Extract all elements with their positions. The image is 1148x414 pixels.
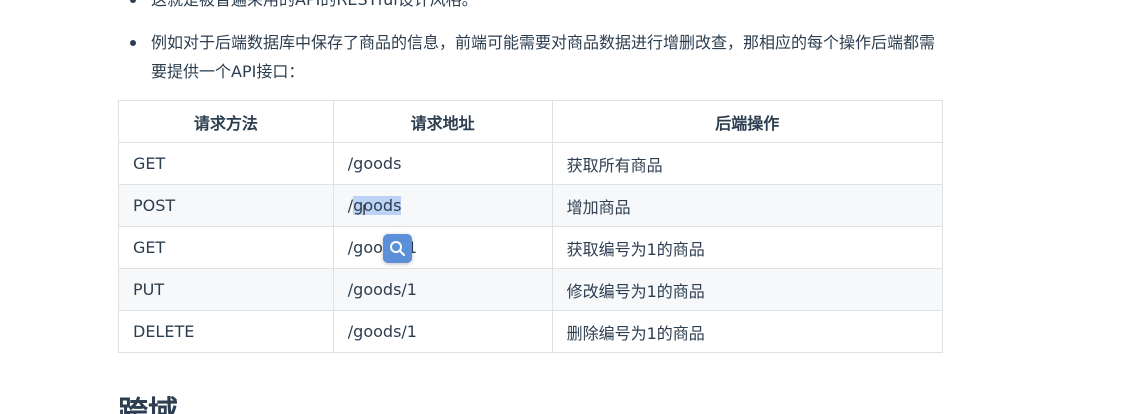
table-row: PUT /goods/1 修改编号为1的商品: [118, 268, 944, 311]
bullet-dot: [130, 40, 136, 46]
table-cell-method: POST: [118, 184, 334, 227]
bullet-item: 例如对于后端数据库中保存了商品的信息，前端可能需要对商品数据进行增删改查，那相应…: [130, 28, 950, 86]
table-header-operation: 后端操作: [551, 100, 944, 143]
table-cell-method: GET: [118, 142, 334, 185]
table-cell-url: /goods/1: [332, 268, 553, 311]
table-cell-operation: 获取编号为1的商品: [551, 226, 944, 269]
bullet-dot: [130, 0, 136, 3]
table-header-method: 请求方法: [118, 100, 334, 143]
table-cell-url: /goods: [332, 142, 553, 185]
table-row: GET /goo 1 获取编号为1的商品: [118, 226, 944, 269]
table-cell-method: DELETE: [118, 310, 334, 353]
url-text-partial: /goo: [347, 238, 383, 257]
table-row: DELETE /goods/1 删除编号为1的商品: [118, 310, 944, 353]
table-cell-method: PUT: [118, 268, 334, 311]
search-selection-button[interactable]: [383, 234, 412, 263]
table-cell-operation: 增加商品: [551, 184, 944, 227]
document-page: 这就是被普遍采用的API的RESTful设计风格。 例如对于后端数据库中保存了商…: [0, 0, 1148, 414]
table-row: GET /goods 获取所有商品: [118, 142, 944, 185]
table-cell-url: /goo 1: [332, 226, 553, 269]
api-table: 请求方法 请求地址 后端操作 GET /goods 获取所有商品 POST /g…: [118, 100, 944, 353]
table-row: POST /goods 增加商品: [118, 184, 944, 227]
bullet-text: 例如对于后端数据库中保存了商品的信息，前端可能需要对商品数据进行增删改查，那相应…: [151, 33, 936, 81]
table-cell-url: /goods/1: [332, 310, 553, 353]
search-icon: [390, 241, 405, 256]
bullet-text: 这就是被普遍采用的API的RESTful设计风格。: [151, 0, 950, 14]
text-cursor-icon: I: [362, 203, 367, 219]
table-cell-operation: 修改编号为1的商品: [551, 268, 944, 311]
table-header-row: 请求方法 请求地址 后端操作: [118, 100, 944, 143]
selected-text[interactable]: goods: [353, 196, 402, 215]
bullet-item: 这就是被普遍采用的API的RESTful设计风格。: [130, 0, 950, 14]
section-heading: 跨域: [118, 395, 178, 414]
table-cell-operation: 获取所有商品: [551, 142, 944, 185]
table-header-url: 请求地址: [332, 100, 553, 143]
table-cell-method: GET: [118, 226, 334, 269]
table-cell-operation: 删除编号为1的商品: [551, 310, 944, 353]
